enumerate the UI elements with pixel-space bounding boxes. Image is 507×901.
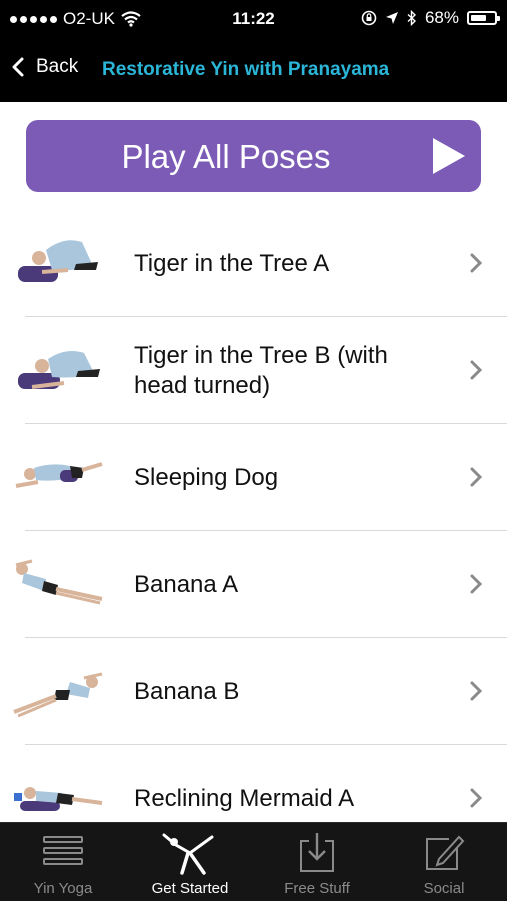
chevron-right-icon: [470, 681, 483, 701]
back-label: Back: [36, 56, 79, 77]
location-arrow-icon: [385, 12, 398, 24]
chevron-right-icon: [470, 360, 483, 380]
pose-row[interactable]: Tiger in the Tree B (with head turned): [0, 317, 507, 424]
tab-label: Get Started: [151, 880, 229, 897]
tab-label: Free Stuff: [284, 880, 350, 897]
compose-icon: [426, 835, 465, 870]
chevron-right-icon: [470, 253, 483, 273]
yoga-pose-icon: [162, 833, 214, 875]
pose-thumbnail: [15, 559, 103, 605]
tab-get-started[interactable]: Get Started: [127, 823, 253, 901]
pose-thumbnail: [13, 672, 103, 718]
chevron-right-icon: [470, 788, 483, 808]
battery-percent: 68%: [424, 8, 459, 27]
chevron-left-icon: [12, 57, 24, 77]
pose-row[interactable]: Tiger in the Tree A: [0, 210, 507, 317]
chevron-right-icon: [470, 467, 483, 487]
rotation-lock-icon: [361, 10, 377, 26]
tab-bar: Yin Yoga Get Started Free Stuff Social: [0, 822, 507, 901]
play-all-poses-button[interactable]: Play All Poses: [26, 120, 481, 192]
pose-row[interactable]: Banana B: [0, 638, 507, 745]
chevron-right-icon: [470, 574, 483, 594]
navigation-bar: Back Restorative Yin with Pranayama: [0, 38, 507, 102]
battery-level: [471, 15, 486, 21]
pose-thumbnail: [18, 240, 98, 282]
pose-row[interactable]: Banana A: [0, 531, 507, 638]
pose-name: Sleeping Dog: [134, 463, 279, 491]
page-title: Restorative Yin with Pranayama: [102, 59, 390, 80]
pose-row[interactable]: Reclining Mermaid A: [0, 745, 507, 822]
pose-list-screen: Play All Poses Tiger in the Tree A Tiger…: [0, 102, 507, 822]
pose-name: Reclining Mermaid A: [134, 784, 355, 812]
download-icon: [300, 833, 334, 872]
tab-social[interactable]: Social: [381, 823, 507, 901]
tab-free-stuff[interactable]: Free Stuff: [254, 823, 380, 901]
pose-name: Tiger in the Tree B (with head turned): [134, 341, 388, 399]
tab-label: Yin Yoga: [33, 880, 93, 897]
pose-list: Tiger in the Tree A Tiger in the Tree B …: [0, 210, 507, 822]
pose-name: Banana B: [134, 677, 240, 705]
pose-name: Banana A: [134, 570, 239, 598]
pose-thumbnail: [14, 787, 103, 811]
pose-name: Tiger in the Tree A: [134, 249, 330, 277]
tab-label: Social: [423, 880, 465, 897]
bluetooth-icon: [407, 10, 416, 26]
pose-row[interactable]: Sleeping Dog: [0, 424, 507, 531]
status-bar: O2-UK 11:22 68%: [0, 0, 507, 38]
pose-thumbnail: [18, 351, 100, 389]
play-all-label: Play All Poses: [121, 138, 331, 175]
tab-yin-yoga[interactable]: Yin Yoga: [0, 823, 126, 901]
back-button[interactable]: Back: [12, 56, 78, 78]
pose-thumbnail: [15, 462, 103, 488]
status-right-group: 68%: [361, 8, 500, 28]
list-icon: [43, 836, 83, 865]
battery-icon: [467, 11, 500, 25]
play-icon: [433, 138, 465, 174]
